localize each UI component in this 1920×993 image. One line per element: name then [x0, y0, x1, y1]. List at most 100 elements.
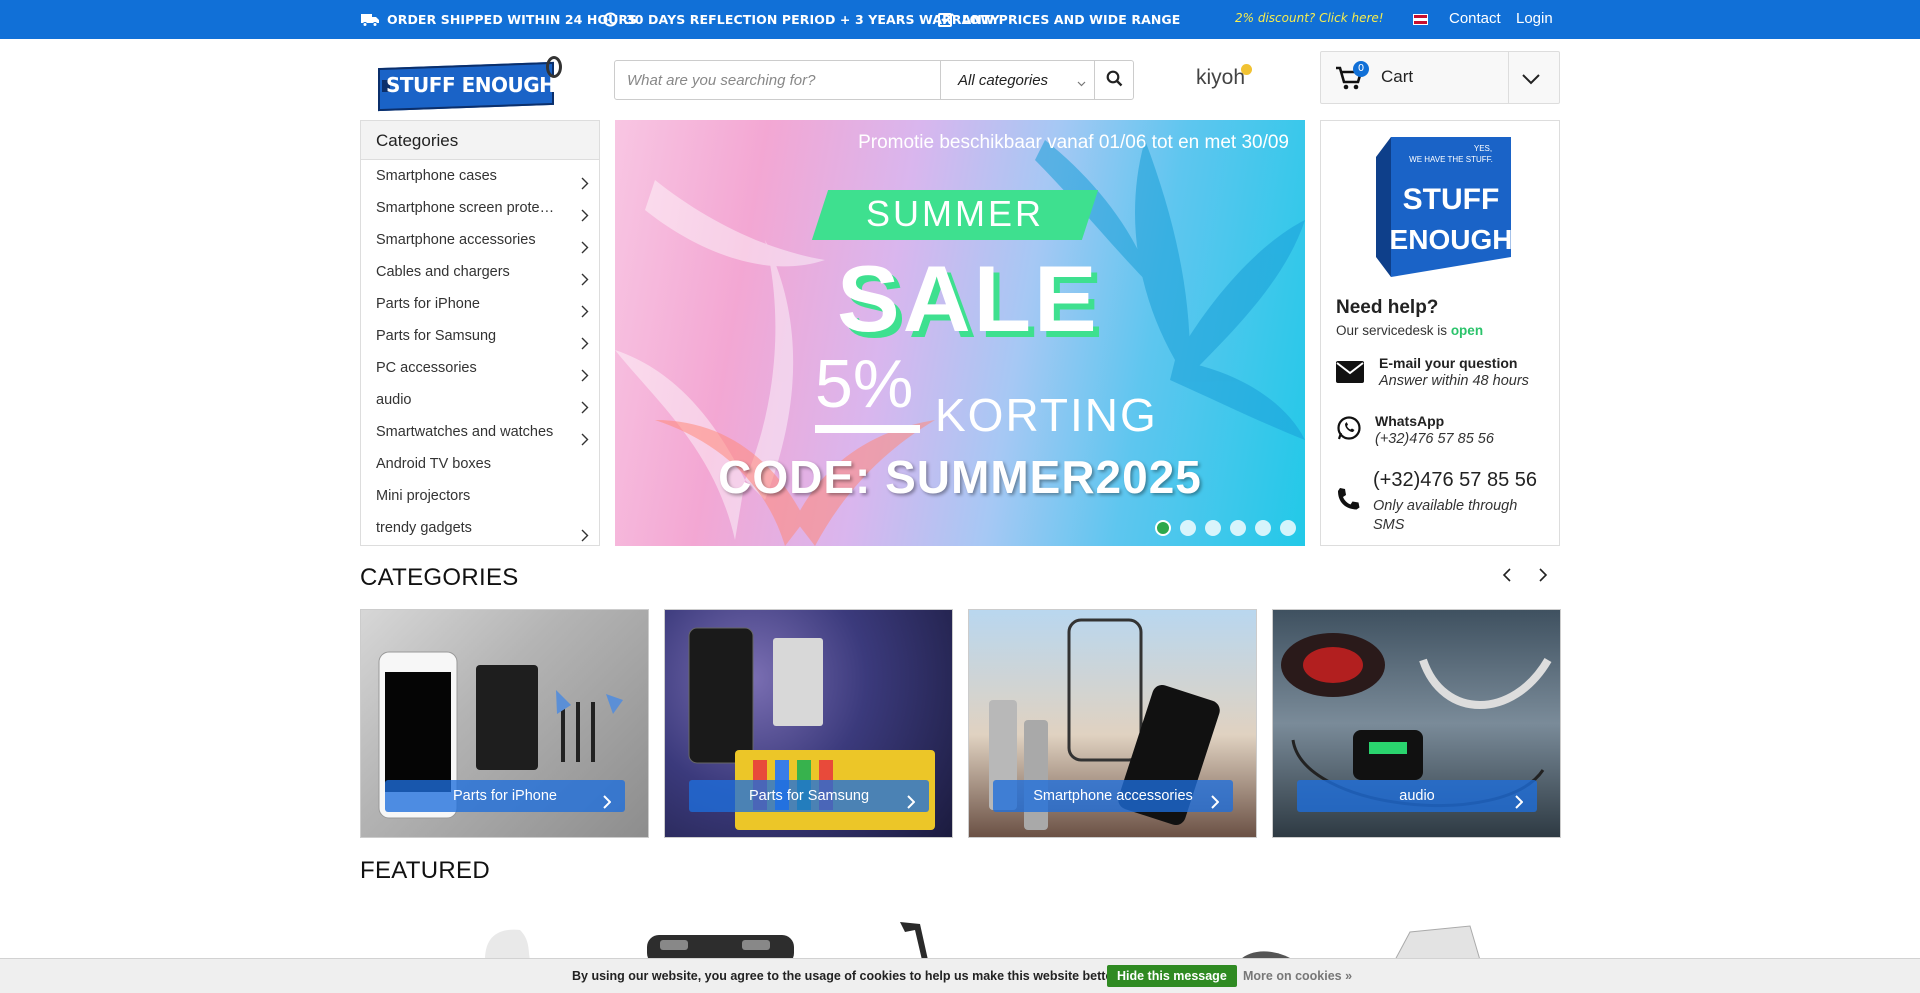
- slider-dot[interactable]: [1255, 520, 1271, 536]
- keyring-icon: [546, 56, 562, 78]
- email-contact[interactable]: E-mail your question Answer within 48 ho…: [1336, 353, 1556, 403]
- sidebar-category-item[interactable]: Smartphone cases: [361, 160, 599, 192]
- slider-dot[interactable]: [1155, 520, 1171, 536]
- site-logo[interactable]: STUFF ENOUGH.BE: [378, 56, 591, 112]
- chevron-right-icon: [581, 394, 589, 416]
- check-square-icon: [938, 12, 954, 27]
- sidebar-category-label: Mini projectors: [376, 488, 471, 504]
- sidebar-category-label: PC accessories: [376, 360, 477, 376]
- category-card-smartphone-accessories[interactable]: Smartphone accessories: [968, 609, 1257, 838]
- featured-products-strip: [0, 920, 1920, 965]
- email-title: E-mail your question: [1379, 355, 1518, 371]
- phone-note: Only available through SMS: [1373, 498, 1518, 533]
- usp-prices: LOW PRICES AND WIDE RANGE: [938, 0, 1180, 39]
- sidebar-category-label: Android TV boxes: [376, 456, 491, 472]
- kiyoh-text: kiyoh: [1196, 66, 1246, 89]
- banner-summer: SUMMER: [866, 193, 1044, 234]
- category-card-samsung-parts[interactable]: Parts for Samsung: [664, 609, 953, 838]
- usp-prices-text: LOW PRICES AND WIDE RANGE: [962, 12, 1181, 27]
- search-button[interactable]: [1094, 61, 1134, 99]
- hero-banner[interactable]: Promotie beschikbaar vanaf 01/06 tot en …: [615, 120, 1305, 546]
- chevron-right-icon: [581, 234, 589, 256]
- help-title: Need help?: [1336, 297, 1439, 318]
- featured-section-title: FEATURED: [360, 857, 490, 884]
- kiyoh-badge-icon: [1241, 64, 1253, 75]
- carousel-prev-button[interactable]: [1497, 566, 1517, 586]
- cube-line1: YES,: [1474, 144, 1492, 153]
- clock-icon: [603, 12, 618, 27]
- sidebar-category-label: Cables and chargers: [376, 264, 510, 280]
- chevron-right-icon: [603, 789, 612, 821]
- chevron-right-icon: [1515, 789, 1524, 821]
- sidebar-category-item[interactable]: Smartphone accessories: [361, 224, 599, 256]
- chevron-right-icon: [581, 362, 589, 384]
- more-on-cookies-link[interactable]: More on cookies »: [1243, 969, 1352, 983]
- sidebar-category-item[interactable]: Cables and chargers: [361, 256, 599, 288]
- sidebar-category-item[interactable]: PC accessories: [361, 352, 599, 384]
- sidebar-category-item[interactable]: Parts for iPhone: [361, 288, 599, 320]
- slider-dot[interactable]: [1230, 520, 1246, 536]
- discount-promo-link[interactable]: 2% discount? Click here!: [1235, 11, 1384, 25]
- login-link[interactable]: Login: [1516, 10, 1553, 27]
- cube-brand1: STUFF: [1403, 183, 1500, 216]
- help-box: YES, WE HAVE THE STUFF. STUFF ENOUGH Nee…: [1320, 120, 1560, 546]
- banner-code: CODE: SUMMER2025: [718, 451, 1202, 503]
- truck-icon: [361, 13, 379, 27]
- whatsapp-contact[interactable]: WhatsApp (+32)476 57 85 56: [1336, 411, 1556, 461]
- whatsapp-number: (+32)476 57 85 56: [1375, 431, 1494, 447]
- contact-link[interactable]: Contact: [1449, 10, 1501, 27]
- usp-shipping: ORDER SHIPPED WITHIN 24 HOURS: [361, 0, 637, 39]
- sidebar-category-item[interactable]: Mini projectors: [361, 480, 599, 512]
- chevron-right-icon: [581, 522, 589, 544]
- slider-dot[interactable]: [1280, 520, 1296, 536]
- sidebar-category-item[interactable]: Parts for Samsung: [361, 320, 599, 352]
- phone-number: (+32)476 57 85 56: [1373, 469, 1538, 491]
- featured-product-image[interactable]: [1394, 925, 1481, 961]
- chevron-right-icon: [907, 789, 916, 821]
- phone-icon: [1336, 487, 1360, 515]
- slider-dots: [1155, 520, 1296, 536]
- featured-product-image[interactable]: [485, 929, 530, 960]
- sidebar-category-item[interactable]: audio: [361, 384, 599, 416]
- sidebar-category-item[interactable]: Smartphone screen protectors: [361, 192, 599, 224]
- chevron-down-icon[interactable]: [1521, 70, 1541, 89]
- chevron-right-icon: [581, 426, 589, 448]
- sidebar-category-label: trendy gadgets: [376, 520, 472, 536]
- sidebar-category-label: Parts for Samsung: [376, 328, 497, 344]
- category-card-iphone-parts[interactable]: Parts for iPhone: [360, 609, 649, 838]
- hide-cookie-message-button[interactable]: Hide this message: [1107, 965, 1237, 987]
- category-select-value: All categories: [958, 71, 1049, 89]
- uk-flag-icon[interactable]: [1413, 14, 1428, 25]
- category-card-label: Parts for iPhone: [385, 780, 625, 812]
- phone-contact[interactable]: (+32)476 57 85 56 Only available through…: [1336, 469, 1556, 539]
- featured-product-image[interactable]: [900, 922, 928, 960]
- search-input[interactable]: [615, 61, 940, 99]
- carousel-next-button[interactable]: [1533, 566, 1553, 586]
- email-subtitle: Answer within 48 hours: [1379, 373, 1529, 389]
- category-card-audio[interactable]: audio: [1272, 609, 1561, 838]
- banner-percent: 5%: [815, 346, 914, 422]
- open-status-badge: open: [1450, 323, 1484, 338]
- stuff-enough-cube-logo: YES, WE HAVE THE STUFF. STUFF ENOUGH: [1376, 137, 1511, 277]
- sidebar-category-item[interactable]: trendy gadgets: [361, 512, 599, 544]
- search-icon: [1106, 70, 1123, 91]
- kiyoh-logo[interactable]: kiyoh: [1196, 64, 1253, 90]
- top-bar: ORDER SHIPPED WITHIN 24 HOURS 30 DAYS RE…: [0, 0, 1920, 39]
- sidebar-category-label: Smartphone screen protectors: [376, 200, 561, 216]
- sidebar-category-label: Parts for iPhone: [376, 296, 480, 312]
- slider-dot[interactable]: [1180, 520, 1196, 536]
- sidebar-category-item[interactable]: Android TV boxes: [361, 448, 599, 480]
- sidebar-category-item[interactable]: Smartwatches and watches: [361, 416, 599, 448]
- banner-korting: KORTING: [935, 389, 1158, 441]
- logo-text: STUFF ENOUGH.BE: [386, 73, 591, 97]
- slider-dot[interactable]: [1205, 520, 1221, 536]
- category-select[interactable]: All categories: [940, 61, 1094, 99]
- category-card-label: Parts for Samsung: [689, 780, 929, 812]
- chevron-right-icon: [581, 298, 589, 320]
- cart-button[interactable]: 0 Cart: [1320, 51, 1560, 104]
- chevron-right-icon: [581, 330, 589, 352]
- chevron-right-icon: [1538, 567, 1548, 586]
- categories-section-title: CATEGORIES: [360, 564, 519, 591]
- sidebar-category-label: Smartphone accessories: [376, 232, 536, 248]
- envelope-icon: [1336, 361, 1364, 387]
